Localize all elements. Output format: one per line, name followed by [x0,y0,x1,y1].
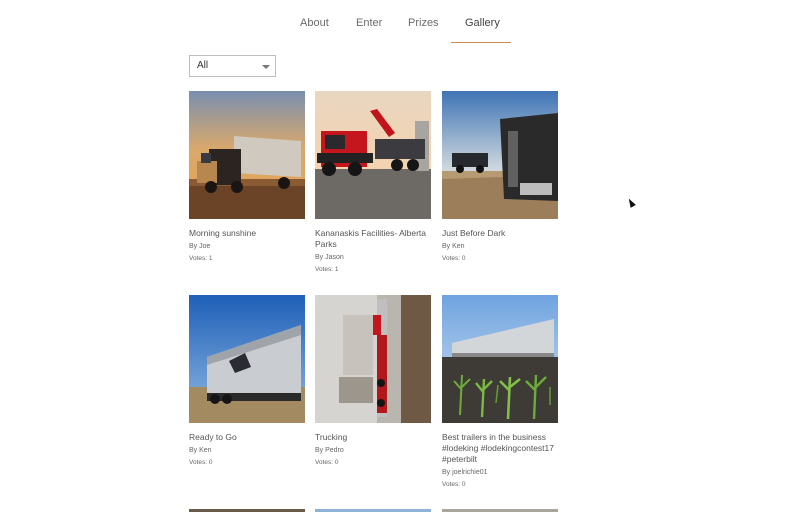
card-title[interactable]: Morning sunshine [189,228,305,239]
card-title[interactable]: Ready to Go [189,432,305,443]
card-votes: Votes: 1 [189,255,213,262]
card-author: By Jason [315,254,344,261]
gallery-thumbnail[interactable] [315,295,431,423]
nav-tab-about[interactable]: About [300,17,329,29]
card-author: By Ken [189,447,212,454]
gallery-thumbnail[interactable] [315,91,431,219]
card-votes: Votes: 0 [315,459,339,466]
card-votes: Votes: 0 [442,481,466,488]
card-author: By Joe [189,243,211,250]
card-author: By joelrichie01 [442,469,488,476]
top-nav: About Enter Prizes Gallery [0,0,800,44]
card-votes: Votes: 0 [442,255,466,262]
gallery-thumbnail[interactable] [189,91,305,219]
card-title[interactable]: Just Before Dark [442,228,558,239]
nav-tab-prizes[interactable]: Prizes [408,17,439,29]
active-tab-underline [451,42,511,43]
gallery-card[interactable]: Kananaskis Facilities- Alberta Parks By … [315,91,431,274]
category-filter-select[interactable]: All [189,55,276,77]
gallery-thumbnail[interactable] [189,295,305,423]
mouse-cursor-icon [626,197,636,208]
card-title[interactable]: Kananaskis Facilities- Alberta Parks [315,228,431,250]
filter-selected-value: All [197,60,209,71]
nav-tab-enter[interactable]: Enter [356,17,382,29]
gallery-card[interactable]: Trucking By Pedro Votes: 0 [315,295,431,467]
chevron-down-icon [262,65,270,69]
card-author: By Ken [442,243,465,250]
gallery-card[interactable]: Best trailers in the business #lodeking … [442,295,558,489]
card-votes: Votes: 0 [189,459,213,466]
nav-tab-gallery[interactable]: Gallery [465,17,500,29]
gallery-thumbnail[interactable] [442,91,558,219]
card-author: By Pedro [315,447,344,454]
gallery-card[interactable]: Ready to Go By Ken Votes: 0 [189,295,305,467]
card-votes: Votes: 1 [315,266,339,273]
gallery-thumbnail[interactable] [442,295,558,423]
card-title[interactable]: Trucking [315,432,431,443]
gallery-card[interactable]: Just Before Dark By Ken Votes: 0 [442,91,558,263]
gallery-card[interactable]: Morning sunshine By Joe Votes: 1 [189,91,305,263]
card-title[interactable]: Best trailers in the business #lodeking … [442,432,558,465]
